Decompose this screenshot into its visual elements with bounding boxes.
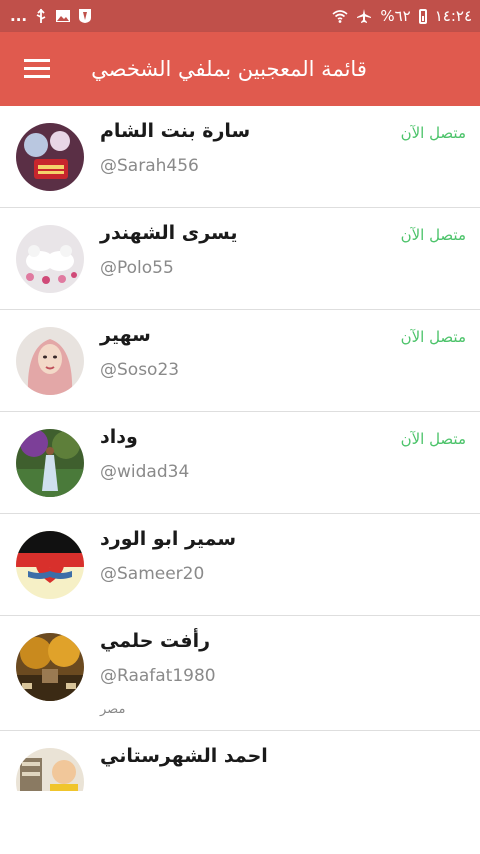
status-time: ١٤:٢٤ — [434, 7, 472, 25]
list-item[interactable]: رأفت حلمي @Raafat1980 مصر — [0, 616, 480, 731]
user-name: وداد — [100, 426, 138, 448]
online-status: متصل الآن — [400, 430, 466, 448]
list-item[interactable]: سارة بنت الشام @Sarah456 متصل الآن — [0, 106, 480, 208]
user-name: سارة بنت الشام — [100, 120, 251, 142]
user-handle: @Sameer20 — [100, 564, 205, 584]
hamburger-menu-icon[interactable] — [20, 54, 54, 84]
online-status: متصل الآن — [400, 124, 466, 142]
user-handle: @Sarah456 — [100, 156, 199, 176]
user-handle: @Soso23 — [100, 360, 180, 380]
battery-icon — [418, 8, 427, 24]
wifi-icon — [332, 10, 348, 23]
online-status: متصل الآن — [400, 328, 466, 346]
usb-icon — [36, 8, 46, 23]
user-name: رأفت حلمي — [100, 630, 211, 652]
page-title: قائمة المعجبين بملفي الشخصي — [91, 57, 367, 81]
airplane-mode-icon — [357, 9, 372, 23]
user-country: مصر — [100, 702, 126, 717]
avatar — [16, 327, 84, 395]
user-handle: @Raafat1980 — [100, 666, 216, 686]
avatar — [16, 123, 84, 191]
avatar — [16, 748, 84, 791]
user-handle: @widad34 — [100, 462, 190, 482]
list-item[interactable]: سهير @Soso23 متصل الآن — [0, 310, 480, 412]
user-name: يسرى الشهندر — [100, 222, 238, 244]
user-name: سهير — [100, 324, 151, 346]
status-dots: ... — [10, 7, 28, 25]
status-left-group: ... — [10, 0, 93, 32]
list-item[interactable]: احمد الشهرستاني — [0, 731, 480, 791]
avatar — [16, 633, 84, 701]
list-item[interactable]: وداد @widad34 متصل الآن — [0, 412, 480, 514]
list-item[interactable]: يسرى الشهندر @Polo55 متصل الآن — [0, 208, 480, 310]
app-bar: قائمة المعجبين بملفي الشخصي — [0, 32, 480, 106]
online-status: متصل الآن — [400, 226, 466, 244]
user-handle: @Polo55 — [100, 258, 174, 278]
fans-list: سارة بنت الشام @Sarah456 متصل الآن يسرى … — [0, 106, 480, 791]
user-name: احمد الشهرستاني — [100, 745, 268, 767]
status-right-group: %٦٢ ١٤:٢٤ — [332, 0, 472, 32]
shield-app-icon — [79, 9, 92, 23]
status-bar: ... %٦٢ ١٤:٢٤ — [0, 0, 480, 32]
image-icon — [56, 10, 71, 22]
list-item[interactable]: سمير ابو الورد @Sameer20 — [0, 514, 480, 616]
battery-percent: %٦٢ — [380, 7, 411, 25]
avatar — [16, 531, 84, 599]
avatar — [16, 225, 84, 293]
avatar — [16, 429, 84, 497]
user-name: سمير ابو الورد — [100, 528, 237, 550]
